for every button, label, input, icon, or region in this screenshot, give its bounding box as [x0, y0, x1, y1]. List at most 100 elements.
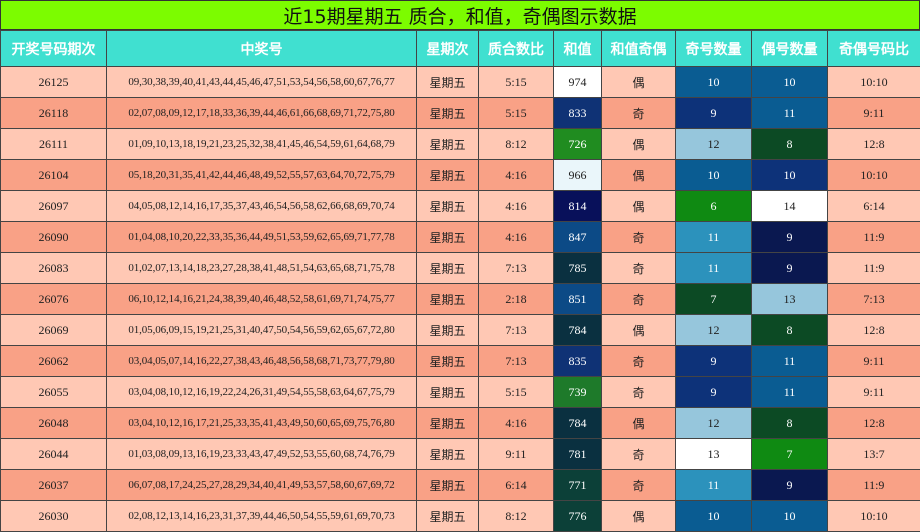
sum-cell: 785 [553, 252, 602, 284]
numbers-cell: 01,05,06,09,15,19,21,25,31,40,47,50,54,5… [106, 314, 417, 346]
header-odd-count: 奇号数量 [675, 30, 752, 67]
issue-cell: 26111 [0, 128, 107, 160]
numbers-cell: 02,08,12,13,14,16,23,31,37,39,44,46,50,5… [106, 500, 417, 532]
weekday-cell: 星期五 [416, 376, 479, 408]
odd-even-ratio-cell: 7:13 [827, 283, 920, 315]
table-row: 26097 04,05,08,12,14,16,17,35,37,43,46,54… [0, 190, 920, 222]
prime-ratio-cell: 7:13 [478, 345, 554, 377]
weekday-cell: 星期五 [416, 407, 479, 439]
numbers-cell: 09,30,38,39,40,41,43,44,45,46,47,51,53,5… [106, 66, 417, 98]
weekday-cell: 星期五 [416, 438, 479, 470]
sum-parity-cell: 偶 [601, 500, 676, 532]
table-row: 26055 03,04,08,10,12,16,19,22,24,26,31,49… [0, 376, 920, 408]
even-count-cell: 8 [751, 128, 828, 160]
table-row: 26125 09,30,38,39,40,41,43,44,45,46,47,51… [0, 66, 920, 98]
even-count-cell: 11 [751, 376, 828, 408]
numbers-cell: 03,04,10,12,16,17,21,25,33,35,41,43,49,5… [106, 407, 417, 439]
numbers-cell: 01,09,10,13,18,19,21,23,25,32,38,41,45,4… [106, 128, 417, 160]
header-numbers: 中奖号 [106, 30, 417, 67]
sum-cell: 966 [553, 159, 602, 191]
table-row: 26037 06,07,08,17,24,25,27,28,29,34,40,41… [0, 469, 920, 501]
sum-cell: 781 [553, 438, 602, 470]
odd-count-cell: 7 [675, 283, 752, 315]
prime-ratio-cell: 6:14 [478, 469, 554, 501]
odd-count-cell: 12 [675, 128, 752, 160]
header-even-count: 偶号数量 [751, 30, 828, 67]
issue-cell: 26044 [0, 438, 107, 470]
odd-even-ratio-cell: 9:11 [827, 97, 920, 129]
issue-cell: 26125 [0, 66, 107, 98]
issue-cell: 26048 [0, 407, 107, 439]
issue-cell: 26037 [0, 469, 107, 501]
prime-ratio-cell: 9:11 [478, 438, 554, 470]
numbers-cell: 01,02,07,13,14,18,23,27,28,38,41,48,51,5… [106, 252, 417, 284]
numbers-cell: 03,04,08,10,12,16,19,22,24,26,31,49,54,5… [106, 376, 417, 408]
sum-cell: 851 [553, 283, 602, 315]
odd-even-ratio-cell: 11:9 [827, 469, 920, 501]
even-count-cell: 13 [751, 283, 828, 315]
table-row: 26048 03,04,10,12,16,17,21,25,33,35,41,43… [0, 407, 920, 439]
even-count-cell: 9 [751, 252, 828, 284]
sum-parity-cell: 奇 [601, 97, 676, 129]
numbers-cell: 06,10,12,14,16,21,24,38,39,40,46,48,52,5… [106, 283, 417, 315]
issue-cell: 26076 [0, 283, 107, 315]
sum-cell: 814 [553, 190, 602, 222]
sum-cell: 974 [553, 66, 602, 98]
odd-count-cell: 10 [675, 66, 752, 98]
sum-parity-cell: 奇 [601, 345, 676, 377]
table-row: 26090 01,04,08,10,20,22,33,35,36,44,49,51… [0, 221, 920, 253]
even-count-cell: 9 [751, 469, 828, 501]
odd-even-ratio-cell: 6:14 [827, 190, 920, 222]
sum-parity-cell: 偶 [601, 407, 676, 439]
odd-count-cell: 10 [675, 159, 752, 191]
weekday-cell: 星期五 [416, 128, 479, 160]
issue-cell: 26118 [0, 97, 107, 129]
odd-count-cell: 9 [675, 97, 752, 129]
odd-count-cell: 12 [675, 314, 752, 346]
weekday-cell: 星期五 [416, 283, 479, 315]
sum-cell: 726 [553, 128, 602, 160]
odd-count-cell: 9 [675, 376, 752, 408]
numbers-cell: 04,05,08,12,14,16,17,35,37,43,46,54,56,5… [106, 190, 417, 222]
sum-parity-cell: 奇 [601, 252, 676, 284]
issue-cell: 26055 [0, 376, 107, 408]
odd-even-ratio-cell: 13:7 [827, 438, 920, 470]
odd-even-ratio-cell: 12:8 [827, 128, 920, 160]
header-issue: 开奖号码期次 [0, 30, 107, 67]
issue-cell: 26104 [0, 159, 107, 191]
even-count-cell: 14 [751, 190, 828, 222]
sum-parity-cell: 偶 [601, 190, 676, 222]
sum-parity-cell: 奇 [601, 376, 676, 408]
weekday-cell: 星期五 [416, 500, 479, 532]
even-count-cell: 8 [751, 407, 828, 439]
odd-even-ratio-cell: 11:9 [827, 252, 920, 284]
odd-even-ratio-cell: 12:8 [827, 407, 920, 439]
weekday-cell: 星期五 [416, 190, 479, 222]
issue-cell: 26030 [0, 500, 107, 532]
prime-ratio-cell: 4:16 [478, 407, 554, 439]
even-count-cell: 11 [751, 97, 828, 129]
prime-ratio-cell: 5:15 [478, 97, 554, 129]
weekday-cell: 星期五 [416, 345, 479, 377]
table-row: 26069 01,05,06,09,15,19,21,25,31,40,47,50… [0, 314, 920, 346]
issue-cell: 26097 [0, 190, 107, 222]
header-sum: 和值 [553, 30, 602, 67]
prime-ratio-cell: 7:13 [478, 252, 554, 284]
prime-ratio-cell: 2:18 [478, 283, 554, 315]
sum-cell: 835 [553, 345, 602, 377]
odd-count-cell: 11 [675, 469, 752, 501]
odd-count-cell: 6 [675, 190, 752, 222]
weekday-cell: 星期五 [416, 221, 479, 253]
prime-ratio-cell: 4:16 [478, 190, 554, 222]
table-row: 26111 01,09,10,13,18,19,21,23,25,32,38,41… [0, 128, 920, 160]
prime-ratio-cell: 7:13 [478, 314, 554, 346]
odd-even-ratio-cell: 10:10 [827, 159, 920, 191]
odd-count-cell: 11 [675, 221, 752, 253]
sum-cell: 847 [553, 221, 602, 253]
numbers-cell: 03,04,05,07,14,16,22,27,38,43,46,48,56,5… [106, 345, 417, 377]
sum-parity-cell: 奇 [601, 438, 676, 470]
header-weekday: 星期次 [416, 30, 479, 67]
sum-cell: 784 [553, 407, 602, 439]
sum-cell: 771 [553, 469, 602, 501]
odd-even-ratio-cell: 9:11 [827, 376, 920, 408]
